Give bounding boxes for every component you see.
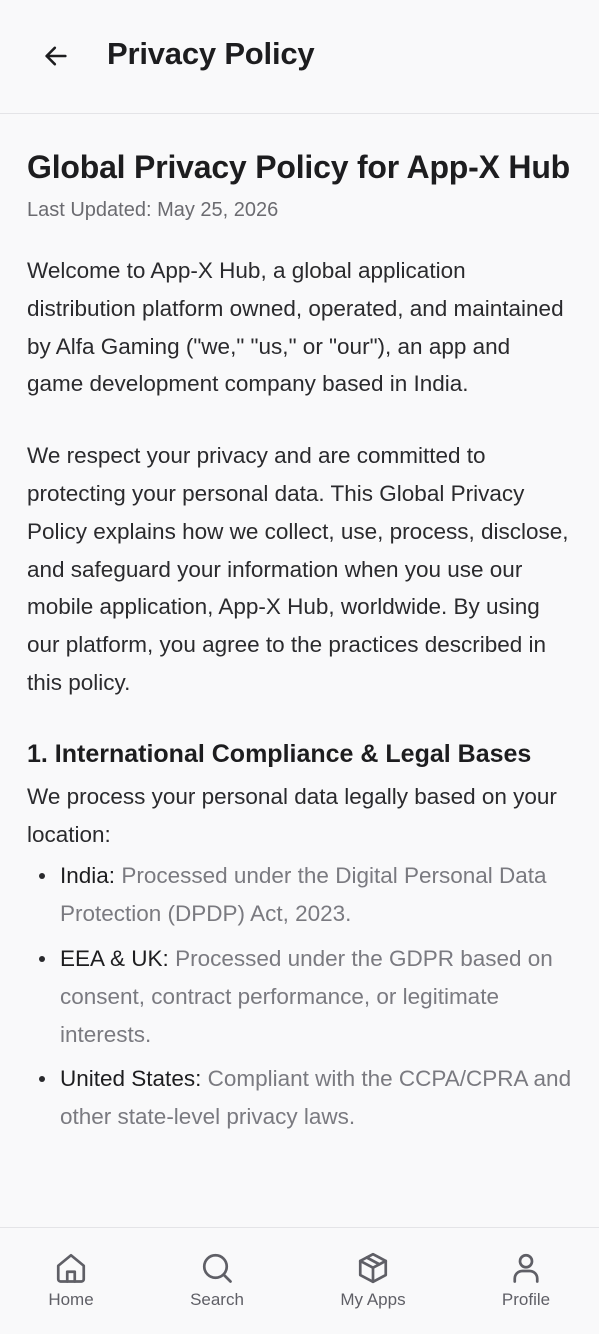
app-header: Privacy Policy <box>0 0 599 114</box>
list-item: India: Processed under the Digital Perso… <box>27 857 572 933</box>
bullet-term: United States: <box>60 1066 202 1092</box>
privacy-commitment-paragraph: We respect your privacy and are committe… <box>27 443 569 695</box>
nav-label-search: Search <box>190 1290 244 1309</box>
policy-content[interactable]: Global Privacy Policy for App-X Hub Last… <box>0 114 599 1227</box>
bullet-term: EEA & UK: <box>60 945 169 971</box>
bullet-term: India: <box>60 863 116 889</box>
nav-item-search[interactable]: Search <box>157 1228 277 1334</box>
arrow-left-icon <box>45 46 67 66</box>
section-intro: We process your personal data legally ba… <box>27 783 557 847</box>
bullet-description: Processed under the Digital Personal Dat… <box>60 863 547 927</box>
nav-label-my-apps: My Apps <box>340 1290 406 1309</box>
intro-paragraph: Welcome to App-X Hub, a global applicati… <box>27 258 564 397</box>
bullet-dot <box>39 1076 45 1083</box>
nav-item-home[interactable]: Home <box>11 1228 131 1334</box>
bullet-dot <box>39 955 45 962</box>
document-title: Global Privacy Policy for App-X Hub <box>27 149 571 185</box>
list-item: EEA & UK: Processed under the GDPR based… <box>27 940 572 1053</box>
user-icon <box>507 1249 545 1287</box>
page-title: Privacy Policy <box>107 36 315 71</box>
last-updated-text: Last Updated: May 25, 2026 <box>27 199 279 221</box>
nav-label-profile: Profile <box>501 1290 551 1309</box>
compliance-list: India: Processed under the Digital Perso… <box>27 857 572 1136</box>
nav-label-home: Home <box>48 1290 94 1309</box>
box-icon <box>354 1249 392 1287</box>
back-button[interactable] <box>38 38 74 74</box>
privacy-policy-screen: Privacy Policy Global Privacy Policy for… <box>0 0 599 1334</box>
nav-item-profile[interactable]: Profile <box>466 1228 586 1334</box>
bullet-dot <box>39 873 45 880</box>
bottom-navigation: Home Search My Apps Profile <box>0 1227 599 1334</box>
search-icon <box>198 1249 236 1287</box>
home-icon <box>52 1249 90 1287</box>
nav-item-my-apps[interactable]: My Apps <box>313 1228 433 1334</box>
section-heading: 1. International Compliance & Legal Base… <box>27 739 532 768</box>
list-item: United States: Compliant with the CCPA/C… <box>27 1060 572 1136</box>
